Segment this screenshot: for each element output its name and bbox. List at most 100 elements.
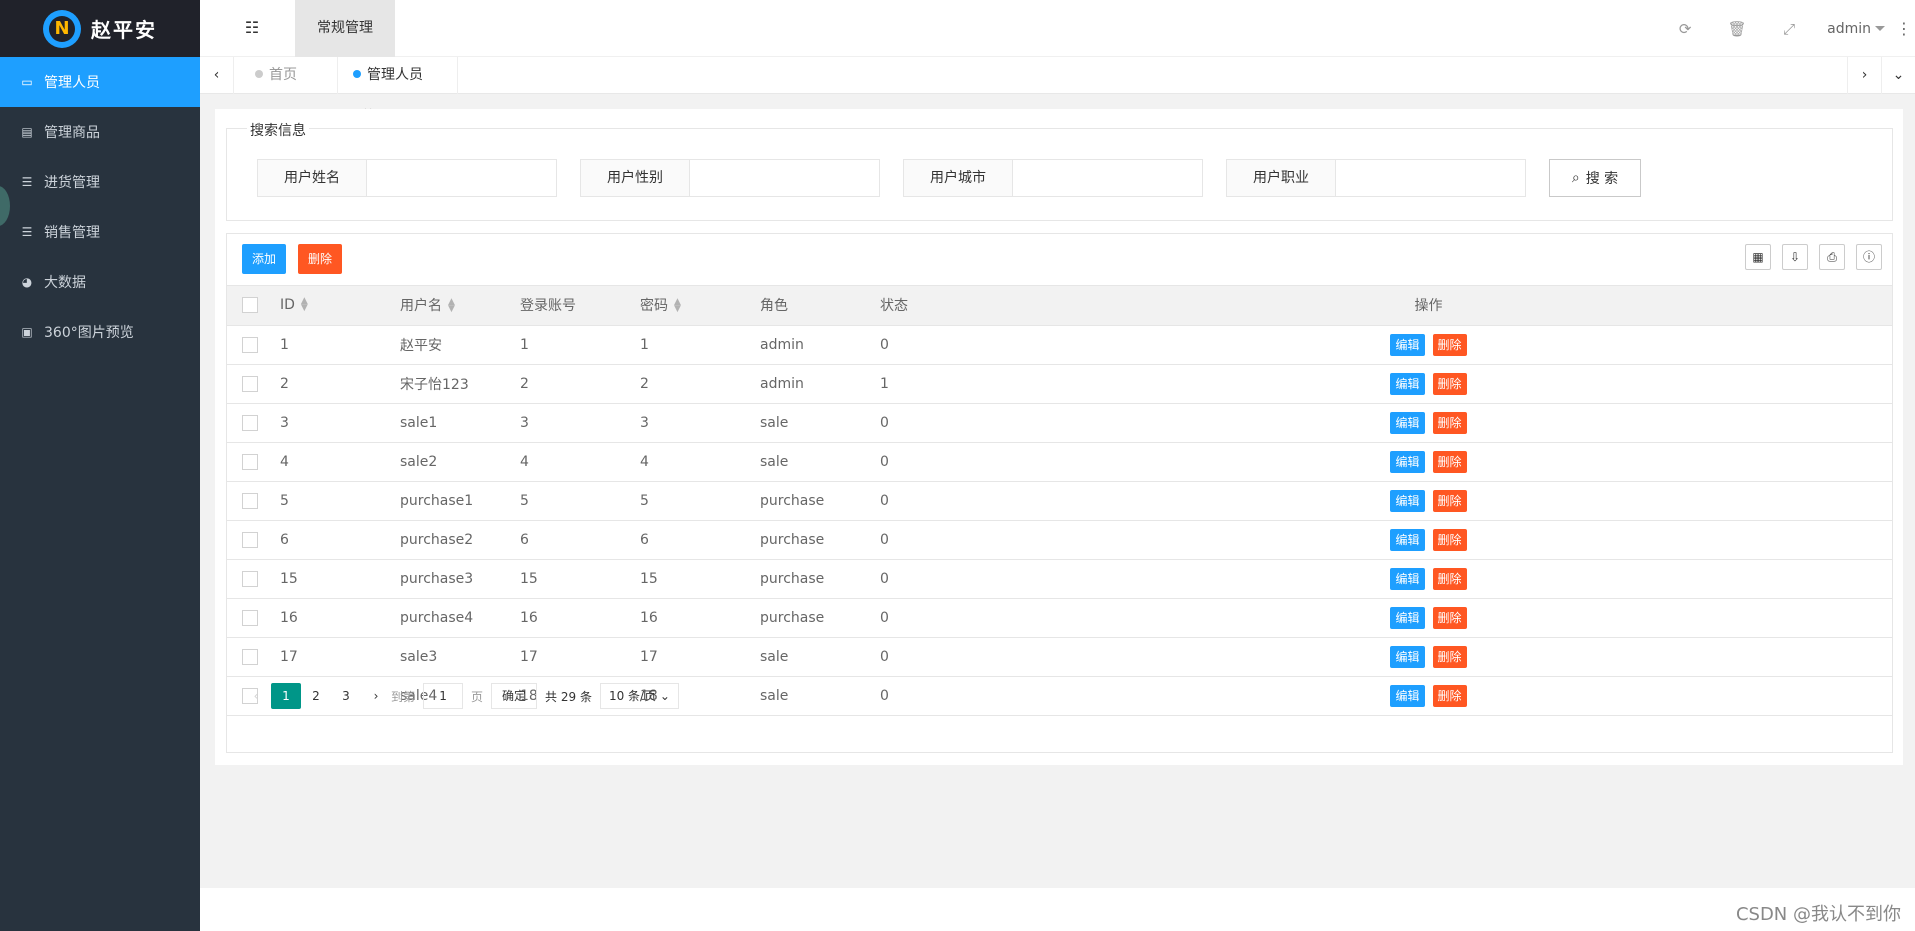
tabs-scroll-right-icon[interactable]: › bbox=[1847, 57, 1881, 94]
tabs-scroll-left-icon[interactable]: ‹ bbox=[200, 57, 234, 94]
sidebar-item-sales[interactable]: ☰ 销售管理 bbox=[0, 207, 200, 257]
sort-icon[interactable]: ▲ ▼ bbox=[301, 297, 308, 313]
delete-button[interactable]: 删除 bbox=[1432, 645, 1467, 668]
edit-button[interactable]: 编辑 bbox=[1390, 684, 1425, 707]
page-2[interactable]: 2 bbox=[301, 683, 331, 709]
cell-status: 0 bbox=[865, 442, 965, 482]
edit-button[interactable]: 编辑 bbox=[1390, 489, 1425, 512]
field-label: 用户城市 bbox=[903, 159, 1013, 197]
export-icon[interactable]: ⇩ bbox=[1782, 244, 1808, 270]
row-checkbox[interactable] bbox=[242, 531, 258, 548]
cell-status: 0 bbox=[865, 598, 965, 638]
caret-down-icon bbox=[1875, 26, 1885, 31]
cell-status: 0 bbox=[865, 481, 965, 521]
table-row[interactable]: 17 sale3 17 17 sale 0 编辑 删除 bbox=[227, 637, 1892, 677]
select-all-checkbox[interactable] bbox=[242, 297, 258, 314]
tab-home[interactable]: 首页 bbox=[240, 57, 338, 94]
sort-icon[interactable]: ▲ ▼ bbox=[448, 298, 455, 314]
cell-username: purchase2 bbox=[385, 520, 505, 560]
cell-account: 17 bbox=[505, 637, 625, 677]
row-checkbox[interactable] bbox=[242, 570, 258, 587]
row-checkbox[interactable] bbox=[242, 609, 258, 626]
page-size-select[interactable]: 10 条/页 ⌄ bbox=[599, 683, 679, 709]
column-header-id[interactable]: ID ▲ ▼ bbox=[265, 286, 385, 326]
tab-staff[interactable]: 管理人员× bbox=[338, 57, 458, 119]
cell-username: sale3 bbox=[385, 637, 505, 677]
job-input[interactable] bbox=[1336, 159, 1526, 197]
table-row[interactable]: 4 sale2 4 4 sale 0 编辑 删除 bbox=[227, 442, 1892, 482]
trash-icon[interactable]: 🗑 bbox=[1711, 20, 1763, 38]
print-icon[interactable]: ⎙ bbox=[1819, 244, 1845, 270]
edit-button[interactable]: 编辑 bbox=[1390, 645, 1425, 668]
edit-button[interactable]: 编辑 bbox=[1390, 450, 1425, 473]
fullscreen-icon[interactable]: ⤢ bbox=[1763, 20, 1815, 38]
table-row[interactable]: 16 purchase4 16 16 purchase 0 编辑 删除 bbox=[227, 598, 1892, 638]
prev-page-icon[interactable]: ‹ bbox=[241, 683, 271, 709]
delete-button[interactable]: 删除 bbox=[1432, 372, 1467, 395]
row-checkbox[interactable] bbox=[242, 336, 258, 353]
add-button[interactable]: 添加 bbox=[242, 244, 287, 274]
sidebar-item-bigdata[interactable]: ◕ 大数据 bbox=[0, 257, 200, 307]
username-input[interactable] bbox=[367, 159, 557, 197]
row-checkbox[interactable] bbox=[242, 414, 258, 431]
search-button-label: 搜 索 bbox=[1585, 171, 1619, 187]
gender-input[interactable] bbox=[690, 159, 880, 197]
bulk-delete-button[interactable]: 删除 bbox=[298, 244, 343, 274]
next-page-icon[interactable]: › bbox=[361, 683, 391, 709]
delete-button[interactable]: 删除 bbox=[1432, 333, 1467, 356]
delete-button[interactable]: 删除 bbox=[1432, 606, 1467, 629]
row-checkbox[interactable] bbox=[242, 648, 258, 665]
column-header-password[interactable]: 密码 ▲ ▼ bbox=[625, 286, 745, 326]
table-row[interactable]: 2 宋子怡123 2 2 admin 1 编辑 删除 bbox=[227, 364, 1892, 404]
row-checkbox[interactable] bbox=[242, 453, 258, 470]
delete-button[interactable]: 删除 bbox=[1432, 411, 1467, 434]
total-count: 共 29 条 bbox=[545, 689, 592, 704]
edit-button[interactable]: 编辑 bbox=[1390, 528, 1425, 551]
cell-id: 1 bbox=[265, 325, 385, 365]
table-row[interactable]: 3 sale1 3 3 sale 0 编辑 删除 bbox=[227, 403, 1892, 443]
sidebar-item-label: 大数据 bbox=[44, 275, 86, 291]
edit-button[interactable]: 编辑 bbox=[1390, 333, 1425, 356]
table-row[interactable]: 5 purchase1 5 5 purchase 0 编辑 删除 bbox=[227, 481, 1892, 521]
info-icon[interactable]: ⓘ bbox=[1856, 244, 1882, 270]
delete-button[interactable]: 删除 bbox=[1432, 684, 1467, 707]
logo[interactable]: N 赵平安 bbox=[0, 0, 200, 57]
refresh-icon[interactable]: ⟳ bbox=[1659, 20, 1711, 38]
cell-id: 17 bbox=[265, 637, 385, 677]
table-row[interactable]: 15 purchase3 15 15 purchase 0 编辑 删除 bbox=[227, 559, 1892, 599]
delete-button[interactable]: 删除 bbox=[1432, 528, 1467, 551]
delete-button[interactable]: 删除 bbox=[1432, 567, 1467, 590]
columns-filter-icon[interactable]: ▦ bbox=[1745, 244, 1771, 270]
sidebar-item-360-preview[interactable]: ▣ 360°图片预览 bbox=[0, 307, 200, 357]
sort-icon[interactable]: ▲ ▼ bbox=[674, 298, 681, 314]
row-checkbox[interactable] bbox=[242, 375, 258, 392]
goto-confirm-button[interactable]: 确定 bbox=[491, 683, 538, 709]
edit-button[interactable]: 编辑 bbox=[1390, 606, 1425, 629]
column-header-actions: 操作 bbox=[965, 286, 1892, 326]
module-tab[interactable]: 常规管理 bbox=[295, 0, 395, 57]
sidebar-item-staff[interactable]: ▭ 管理人员 bbox=[0, 57, 200, 107]
sidebar-item-purchase[interactable]: ☰ 进货管理 bbox=[0, 157, 200, 207]
goto-page-input[interactable]: 1 bbox=[423, 683, 464, 709]
cell-id: 6 bbox=[265, 520, 385, 560]
edit-button[interactable]: 编辑 bbox=[1390, 372, 1425, 395]
table-row[interactable]: 1 赵平安 1 1 admin 0 编辑 删除 bbox=[227, 325, 1892, 365]
more-vertical-icon[interactable]: ⋮ bbox=[1893, 19, 1915, 38]
sidebar-item-goods[interactable]: ▤ 管理商品 bbox=[0, 107, 200, 157]
table-row[interactable]: 6 purchase2 6 6 purchase 0 编辑 删除 bbox=[227, 520, 1892, 560]
column-header-username[interactable]: 用户名 ▲ ▼ bbox=[385, 286, 505, 326]
page-3[interactable]: 3 bbox=[331, 683, 361, 709]
user-menu[interactable]: admin bbox=[1815, 21, 1893, 37]
menu-toggle-icon[interactable]: ☷ bbox=[242, 18, 262, 38]
edit-button[interactable]: 编辑 bbox=[1390, 411, 1425, 434]
delete-button[interactable]: 删除 bbox=[1432, 489, 1467, 512]
row-select-cell bbox=[227, 637, 265, 677]
delete-button[interactable]: 删除 bbox=[1432, 450, 1467, 473]
page-1[interactable]: 1 bbox=[271, 683, 301, 709]
edit-button[interactable]: 编辑 bbox=[1390, 567, 1425, 590]
cell-account: 4 bbox=[505, 442, 625, 482]
city-input[interactable] bbox=[1013, 159, 1203, 197]
tabs-menu-chevron-down-icon[interactable]: ⌄ bbox=[1881, 57, 1915, 94]
row-checkbox[interactable] bbox=[242, 492, 258, 509]
search-button[interactable]: ⌕ 搜 索 bbox=[1549, 159, 1641, 197]
